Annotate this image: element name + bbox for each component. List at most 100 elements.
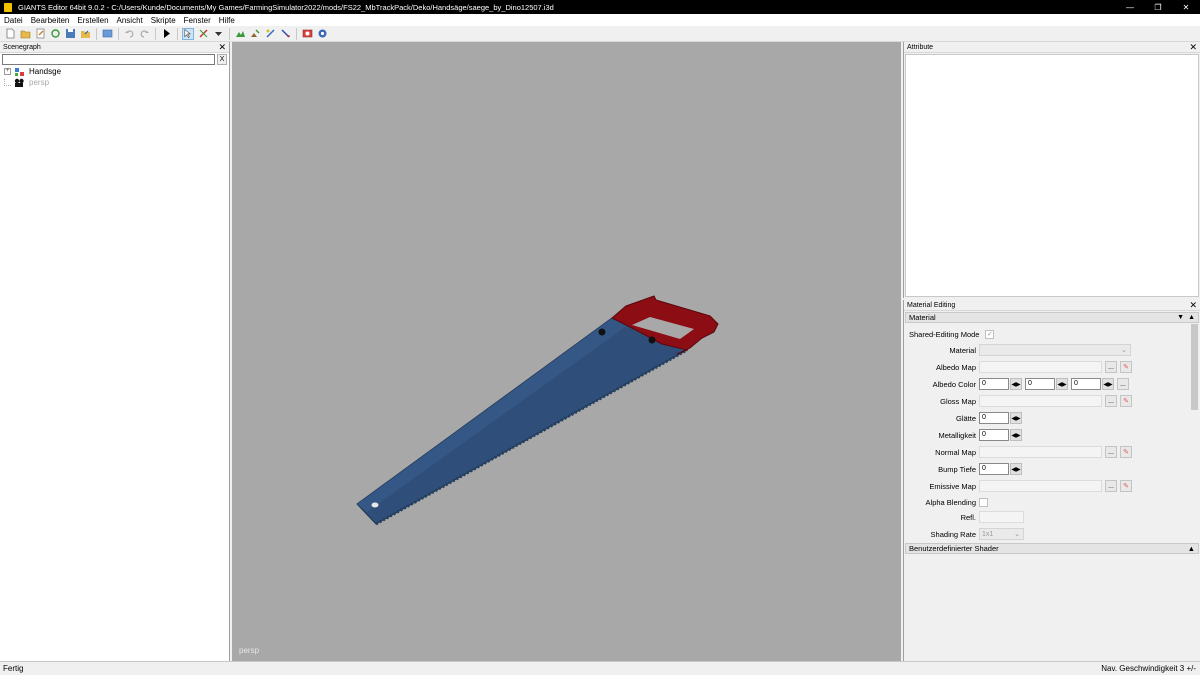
- render-icon[interactable]: [301, 28, 313, 40]
- albedo-color-g-input[interactable]: 0: [1025, 378, 1055, 390]
- undo-icon[interactable]: [123, 28, 135, 40]
- toolbar-separator: [296, 27, 297, 40]
- 3d-viewport[interactable]: persp: [232, 42, 901, 661]
- scenegraph-search-input[interactable]: [2, 54, 216, 65]
- mask-icon[interactable]: [279, 28, 291, 40]
- bump-depth-row: Bump Tiefe 0 ◀▶: [904, 462, 1188, 476]
- normal-map-browse-button[interactable]: ...: [1105, 446, 1117, 458]
- smoothness-input[interactable]: 0: [979, 412, 1009, 424]
- alpha-blending-label: Alpha Blending: [925, 497, 976, 507]
- minimize-button[interactable]: —: [1116, 0, 1144, 14]
- menu-fenster[interactable]: Fenster: [184, 16, 211, 25]
- open-folder-icon[interactable]: [19, 28, 31, 40]
- terrain-icon[interactable]: [234, 28, 246, 40]
- spinner-icon[interactable]: ◀▶: [1102, 378, 1114, 390]
- export-icon[interactable]: [79, 28, 91, 40]
- play-icon[interactable]: [160, 28, 172, 40]
- gloss-map-field[interactable]: [979, 395, 1102, 407]
- menu-ansicht[interactable]: Ansicht: [117, 16, 143, 25]
- select-tool-icon[interactable]: [182, 27, 194, 40]
- refl-row: Refl.: [904, 510, 1188, 524]
- import-icon[interactable]: [101, 28, 113, 40]
- material-section-header[interactable]: Material ▼ ▲: [905, 312, 1199, 323]
- normal-map-label: Normal Map: [935, 447, 976, 457]
- redo-icon[interactable]: [138, 28, 150, 40]
- handsaw-model: [356, 295, 719, 526]
- menu-datei[interactable]: Datei: [4, 16, 23, 25]
- albedo-color-picker-button[interactable]: ...: [1117, 378, 1129, 390]
- tree-node-persp[interactable]: persp: [0, 77, 229, 88]
- tree-node-handsge[interactable]: + Handsge: [0, 66, 229, 77]
- material-scrollbar[interactable]: [1190, 324, 1199, 542]
- expand-icon[interactable]: +: [4, 68, 11, 75]
- close-icon[interactable]: ✕: [218, 42, 226, 52]
- emissive-map-browse-button[interactable]: ...: [1105, 480, 1117, 492]
- clear-search-button[interactable]: X: [217, 54, 227, 65]
- dropdown-arrow-icon[interactable]: [212, 28, 224, 40]
- refresh-icon[interactable]: [49, 28, 61, 40]
- restore-button[interactable]: ❐: [1144, 0, 1172, 14]
- spinner-icon[interactable]: ◀▶: [1010, 463, 1022, 475]
- gloss-map-clear-icon[interactable]: ✎: [1120, 395, 1132, 407]
- gloss-map-row: Gloss Map ... ✎: [904, 394, 1188, 408]
- status-bar: Fertig Nav. Geschwindigkeit 3 +/-: [0, 661, 1200, 675]
- tree-node-label: Handsge: [29, 67, 62, 76]
- snap-tool-icon[interactable]: [197, 28, 209, 40]
- material-select[interactable]: ⌄: [979, 344, 1131, 356]
- blade-hole: [371, 502, 379, 508]
- spinner-icon[interactable]: ◀▶: [1056, 378, 1068, 390]
- foliage-icon[interactable]: [264, 28, 276, 40]
- new-file-icon[interactable]: [4, 28, 16, 40]
- screw-1: [598, 328, 606, 336]
- shading-rate-select[interactable]: 1x1 ⌄: [979, 528, 1024, 540]
- saw-blade: [356, 317, 689, 525]
- albedo-color-b-input[interactable]: 0: [1071, 378, 1101, 390]
- shading-rate-value: 1x1: [982, 530, 994, 538]
- albedo-map-field[interactable]: [979, 361, 1102, 373]
- settings-icon[interactable]: [316, 28, 328, 40]
- albedo-color-r-input[interactable]: 0: [979, 378, 1009, 390]
- spinner-icon[interactable]: ◀▶: [1010, 378, 1022, 390]
- emissive-map-field[interactable]: [979, 480, 1102, 492]
- close-icon[interactable]: ✕: [1189, 300, 1197, 310]
- albedo-map-clear-icon[interactable]: ✎: [1120, 361, 1132, 373]
- close-icon[interactable]: ✕: [1189, 42, 1197, 52]
- normal-map-row: Normal Map ... ✎: [904, 445, 1188, 459]
- spinner-icon[interactable]: ◀▶: [1010, 412, 1022, 424]
- bump-depth-label: Bump Tiefe: [938, 464, 976, 474]
- menu-hilfe[interactable]: Hilfe: [219, 16, 235, 25]
- normal-map-field[interactable]: [979, 446, 1102, 458]
- normal-map-clear-icon[interactable]: ✎: [1120, 446, 1132, 458]
- albedo-color-label: Albedo Color: [932, 379, 976, 389]
- menu-bearbeiten[interactable]: Bearbeiten: [31, 16, 70, 25]
- alpha-blending-checkbox[interactable]: [979, 497, 988, 507]
- metallic-input[interactable]: 0: [979, 429, 1009, 441]
- shared-editing-checkbox[interactable]: ✓: [985, 329, 995, 339]
- material-editing-title: Material Editing: [907, 301, 956, 309]
- expand-up-icon[interactable]: ▲: [1188, 544, 1195, 553]
- albedo-map-row: Albedo Map ... ✎: [904, 360, 1188, 374]
- custom-shader-section-header[interactable]: Benutzerdefinierter Shader ▲: [905, 543, 1199, 554]
- albedo-map-browse-button[interactable]: ...: [1105, 361, 1117, 373]
- close-window-button[interactable]: ✕: [1172, 0, 1200, 14]
- emissive-map-clear-icon[interactable]: ✎: [1120, 480, 1132, 492]
- paint-terrain-icon[interactable]: [249, 28, 261, 40]
- scenegraph-filter-row: X: [0, 53, 229, 66]
- custom-shader-title: Benutzerdefinierter Shader: [909, 544, 999, 553]
- window-controls: — ❐ ✕: [1116, 0, 1200, 14]
- spinner-icon[interactable]: ◀▶: [1010, 429, 1022, 441]
- edit-file-icon[interactable]: [34, 28, 46, 40]
- camera-icon: [14, 78, 25, 88]
- save-icon[interactable]: [64, 28, 76, 40]
- menu-skripte[interactable]: Skripte: [151, 16, 176, 25]
- material-editing-header: Material Editing ✕: [904, 300, 1200, 311]
- material-label: Material: [949, 345, 976, 355]
- refl-label: Refl.: [960, 512, 976, 522]
- scrollbar-thumb[interactable]: [1191, 324, 1198, 410]
- menu-erstellen[interactable]: Erstellen: [77, 16, 108, 25]
- gloss-map-browse-button[interactable]: ...: [1105, 395, 1117, 407]
- refl-field[interactable]: [979, 511, 1024, 523]
- bump-depth-input[interactable]: 0: [979, 463, 1009, 475]
- scroll-up-icon[interactable]: ▲: [1188, 314, 1195, 321]
- collapse-down-icon[interactable]: ▼: [1177, 314, 1184, 321]
